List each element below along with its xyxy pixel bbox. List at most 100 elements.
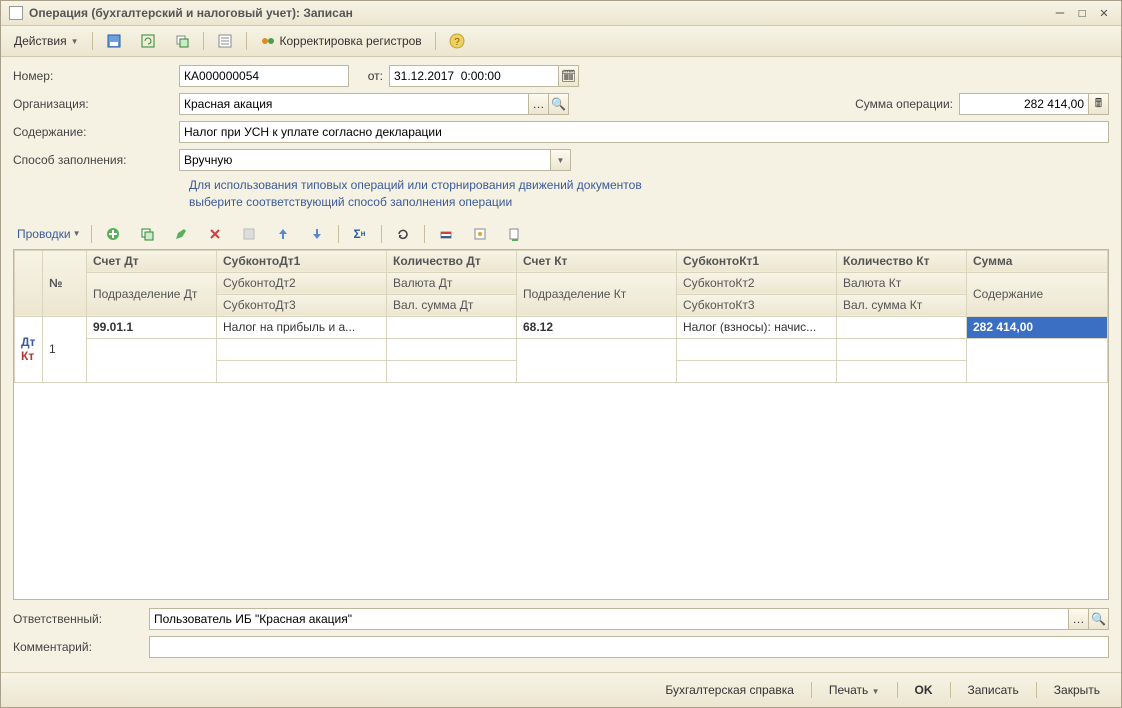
refresh-icon-button[interactable] — [133, 30, 163, 52]
col-sub-dt2[interactable]: СубконтоДт2 — [217, 272, 387, 294]
registers-icon — [260, 33, 276, 49]
svg-text:?: ? — [454, 37, 460, 48]
cell-valsum-dt[interactable] — [387, 360, 517, 382]
add-row-button[interactable] — [98, 223, 128, 245]
col-cur-dt[interactable]: Валюта Дт — [387, 272, 517, 294]
col-valsum-dt[interactable]: Вал. сумма Дт — [387, 294, 517, 316]
org-select-button[interactable]: … — [529, 93, 549, 115]
refresh-icon — [140, 33, 156, 49]
cell-qty-dt[interactable] — [387, 316, 517, 338]
help-icon-button[interactable]: ? — [442, 30, 472, 52]
edit-row-button[interactable] — [166, 223, 196, 245]
org-search-button[interactable]: 🔍 — [549, 93, 569, 115]
print-menu[interactable]: Печать ▼ — [818, 679, 891, 701]
maximize-button[interactable]: ☐ — [1073, 5, 1091, 21]
list-icon — [217, 33, 233, 49]
col-sub-kt2[interactable]: СубконтоКт2 — [677, 272, 837, 294]
copy-icon-button[interactable] — [167, 30, 197, 52]
col-qty-kt[interactable]: Количество Кт — [837, 250, 967, 272]
fill-select[interactable] — [179, 149, 551, 171]
fill-dropdown-button[interactable]: ▼ — [551, 149, 571, 171]
cell-acc-dt[interactable]: 99.01.1 — [87, 316, 217, 338]
window: Операция (бухгалтерский и налоговый учет… — [0, 0, 1122, 708]
cell-sub-kt2[interactable] — [677, 338, 837, 360]
comment-label: Комментарий: — [13, 640, 143, 654]
copy-row-button[interactable] — [132, 223, 162, 245]
sigma-button[interactable]: Σн — [345, 223, 375, 245]
move-up-button[interactable] — [268, 223, 298, 245]
date-picker-button[interactable]: 🗓 — [559, 65, 579, 87]
flag-button[interactable] — [431, 223, 461, 245]
help-link[interactable]: Бухгалтерская справка — [654, 679, 805, 701]
col-acc-kt[interactable]: Счет Кт — [517, 250, 677, 272]
content-input[interactable] — [179, 121, 1109, 143]
cell-sub-dt2[interactable] — [217, 338, 387, 360]
cell-cur-kt[interactable] — [837, 338, 967, 360]
window-title: Операция (бухгалтерский и налоговый учет… — [29, 6, 353, 20]
bottom-form: Ответственный: … 🔍 Комментарий: — [1, 600, 1121, 672]
cell-sub-kt3[interactable] — [677, 360, 837, 382]
col-content[interactable]: Содержание — [967, 272, 1108, 316]
cell-qty-kt[interactable] — [837, 316, 967, 338]
cell-sub-dt3[interactable] — [217, 360, 387, 382]
export-button[interactable] — [499, 223, 529, 245]
cell-cur-dt[interactable] — [387, 338, 517, 360]
resp-search-button[interactable]: 🔍 — [1089, 608, 1109, 630]
actions-menu[interactable]: Действия ▼ — [7, 31, 86, 51]
cell-dept-kt[interactable] — [517, 338, 677, 382]
close-footer-button[interactable]: Закрыть — [1043, 679, 1111, 701]
col-sub-kt1[interactable]: СубконтоКт1 — [677, 250, 837, 272]
resp-select-button[interactable]: … — [1069, 608, 1089, 630]
cell-sum[interactable]: 282 414,00 — [967, 316, 1108, 338]
help-icon: ? — [449, 33, 465, 49]
col-dept-dt[interactable]: Подразделение Дт — [87, 272, 217, 316]
org-input[interactable] — [179, 93, 529, 115]
reload-button[interactable] — [388, 223, 418, 245]
save-icon-button[interactable] — [99, 30, 129, 52]
move-down-button[interactable] — [302, 223, 332, 245]
resp-input[interactable] — [149, 608, 1069, 630]
col-sub-dt1[interactable]: СубконтоДт1 — [217, 250, 387, 272]
cell-valsum-kt[interactable] — [837, 360, 967, 382]
col-marker[interactable] — [15, 250, 43, 316]
flag-icon — [438, 226, 454, 242]
export-icon — [506, 226, 522, 242]
reload-icon — [395, 226, 411, 242]
calendar-icon: 🗓 — [561, 68, 577, 84]
cell-acc-kt[interactable]: 68.12 — [517, 316, 677, 338]
cell-sub-kt1[interactable]: Налог (взносы): начис... — [677, 316, 837, 338]
col-dept-kt[interactable]: Подразделение Кт — [517, 272, 677, 316]
delete-row-button[interactable] — [200, 223, 230, 245]
table-row[interactable] — [15, 338, 1108, 360]
settings-button[interactable] — [465, 223, 495, 245]
comment-input[interactable] — [149, 636, 1109, 658]
table-row[interactable]: Дт Кт 1 99.01.1 Налог на прибыль и а... … — [15, 316, 1108, 338]
cell-dept-dt[interactable] — [87, 338, 217, 382]
cell-content[interactable] — [967, 338, 1108, 382]
minimize-button[interactable]: — — [1051, 5, 1069, 21]
col-valsum-kt[interactable]: Вал. сумма Кт — [837, 294, 967, 316]
col-sub-dt3[interactable]: СубконтоДт3 — [217, 294, 387, 316]
col-cur-kt[interactable]: Валюта Кт — [837, 272, 967, 294]
col-num[interactable]: № — [43, 250, 87, 316]
number-input[interactable] — [179, 65, 349, 87]
ok-button[interactable]: OK — [904, 679, 944, 701]
arrow-up-icon — [275, 226, 291, 242]
save-button[interactable]: Записать — [957, 679, 1030, 701]
list-icon-button[interactable] — [210, 30, 240, 52]
col-qty-dt[interactable]: Количество Дт — [387, 250, 517, 272]
entries-menu[interactable]: Проводки ▼ — [13, 225, 85, 243]
col-acc-dt[interactable]: Счет Дт — [87, 250, 217, 272]
close-button[interactable]: ✕ — [1095, 5, 1113, 21]
date-input[interactable] — [389, 65, 559, 87]
col-sub-kt3[interactable]: СубконтоКт3 — [677, 294, 837, 316]
fill-label: Способ заполнения: — [13, 153, 173, 167]
chevron-down-icon: ▼ — [872, 687, 880, 696]
sum-calc-button[interactable]: 🖩 — [1089, 93, 1109, 115]
disabled-button[interactable] — [234, 223, 264, 245]
cell-sub-dt1[interactable]: Налог на прибыль и а... — [217, 316, 387, 338]
cell-num[interactable]: 1 — [43, 316, 87, 382]
col-sum[interactable]: Сумма — [967, 250, 1108, 272]
registers-button[interactable]: Корректировка регистров — [253, 30, 429, 52]
sum-input[interactable] — [959, 93, 1089, 115]
